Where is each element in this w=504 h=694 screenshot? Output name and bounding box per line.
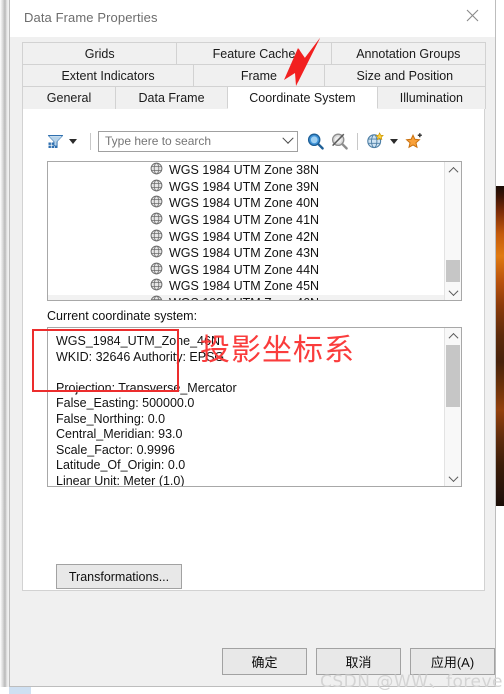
list-item-label: WGS 1984 UTM Zone 46N: [169, 296, 319, 300]
list-item[interactable]: WGS 1984 UTM Zone 41N: [48, 212, 444, 229]
current-cs-scrollbar-thumb[interactable]: [446, 345, 460, 407]
globe-icon: [150, 262, 163, 278]
tab-row-2: Extent Indicators Frame Size and Positio…: [22, 64, 486, 86]
close-icon[interactable]: [450, 0, 495, 31]
list-item[interactable]: WGS 1984 UTM Zone 44N: [48, 262, 444, 279]
coordinate-system-list[interactable]: WGS 1984 UTM Zone 38N WGS 1984 UTM Zone …: [47, 161, 462, 301]
search-input[interactable]: [99, 134, 279, 148]
data-frame-properties-dialog: Data Frame Properties Grids Feature Cach…: [9, 0, 496, 687]
magnifier-clear-icon[interactable]: [328, 130, 350, 152]
dialog-titlebar: Data Frame Properties: [10, 0, 495, 37]
toolbar-separator-1: [90, 132, 91, 150]
csdn-watermark: CSDN @WW、forever: [320, 672, 504, 692]
tab-strip: Grids Feature Cache Annotation Groups Ex…: [22, 42, 486, 109]
tab-coordinate-system[interactable]: Coordinate System: [227, 86, 378, 109]
ok-button[interactable]: 确定: [222, 648, 307, 675]
filter-funnel-icon[interactable]: [47, 133, 64, 150]
cs-list-scrollbar-thumb[interactable]: [446, 260, 460, 282]
list-item-label: WGS 1984 UTM Zone 44N: [169, 262, 320, 277]
list-item-label: WGS 1984 UTM Zone 38N: [169, 163, 320, 178]
tab-illumination[interactable]: Illumination: [376, 86, 486, 109]
current-cs-scrollbar[interactable]: [444, 328, 461, 486]
chevron-down-icon[interactable]: [445, 470, 461, 486]
list-item[interactable]: WGS 1984 UTM Zone 40N: [48, 195, 444, 212]
window-left-edge: [0, 0, 9, 694]
globe-icon: [150, 278, 163, 294]
dialog-title: Data Frame Properties: [24, 10, 158, 25]
coordinate-system-tab-page: WGS 1984 UTM Zone 38N WGS 1984 UTM Zone …: [22, 108, 485, 591]
search-input-wrapper[interactable]: [98, 130, 298, 152]
current-coordinate-system-box[interactable]: WGS_1984_UTM_Zone_46N WKID: 32646 Author…: [47, 327, 462, 487]
magnifier-icon[interactable]: [304, 130, 326, 152]
list-item[interactable]: WGS 1984 UTM Zone 45N: [48, 278, 444, 295]
list-item-label: WGS 1984 UTM Zone 43N: [169, 246, 320, 261]
list-item-label: WGS 1984 UTM Zone 39N: [169, 179, 320, 194]
screenshot-root: Data Frame Properties Grids Feature Cach…: [0, 0, 504, 694]
list-item[interactable]: WGS 1984 UTM Zone 42N: [48, 228, 444, 245]
transformations-button[interactable]: Transformations...: [56, 564, 182, 589]
chevron-up-icon[interactable]: [445, 162, 461, 178]
favorites-dropdown-chevron-down-icon[interactable]: [390, 138, 398, 144]
chevron-down-icon[interactable]: [445, 284, 461, 300]
globe-icon: [150, 295, 163, 300]
toolbar-separator-2: [357, 132, 358, 150]
tab-extent-indicators[interactable]: Extent Indicators: [22, 64, 195, 86]
globe-icon: [150, 162, 163, 178]
current-coordinate-system-label: Current coordinate system:: [47, 309, 198, 323]
tab-general[interactable]: General: [22, 86, 117, 109]
list-item[interactable]: WGS 1984 UTM Zone 43N: [48, 245, 444, 262]
current-coordinate-system-text: WGS_1984_UTM_Zone_46N WKID: 32646 Author…: [56, 334, 237, 486]
list-item[interactable]: WGS 1984 UTM Zone 38N: [48, 162, 444, 179]
cs-search-toolbar: [47, 129, 424, 153]
tab-frame[interactable]: Frame: [193, 64, 325, 86]
tab-data-frame[interactable]: Data Frame: [115, 86, 229, 109]
list-item-label: WGS 1984 UTM Zone 45N: [169, 279, 320, 294]
globe-icon: [150, 245, 163, 261]
chevron-up-icon[interactable]: [445, 328, 461, 344]
coordinate-system-list-items: WGS 1984 UTM Zone 38N WGS 1984 UTM Zone …: [48, 162, 444, 300]
tab-row-1: Grids Feature Cache Annotation Groups: [22, 42, 486, 64]
globe-favorite-icon[interactable]: [365, 131, 385, 151]
globe-icon: [150, 195, 163, 211]
tab-annotation-groups[interactable]: Annotation Groups: [330, 42, 486, 64]
globe-icon: [150, 212, 163, 228]
list-item-label: WGS 1984 UTM Zone 42N: [169, 229, 320, 244]
list-item[interactable]: WGS 1984 UTM Zone 39N: [48, 179, 444, 196]
cs-list-scrollbar[interactable]: [444, 162, 461, 300]
tab-feature-cache[interactable]: Feature Cache: [176, 42, 332, 64]
list-item-label: WGS 1984 UTM Zone 41N: [169, 213, 320, 228]
list-item-selected[interactable]: WGS 1984 UTM Zone 46N: [48, 294, 444, 300]
search-dropdown-chevron-down-icon[interactable]: [279, 132, 297, 151]
tab-size-and-position[interactable]: Size and Position: [323, 64, 486, 86]
globe-icon: [150, 229, 163, 245]
list-item-label: WGS 1984 UTM Zone 40N: [169, 196, 320, 211]
filter-dropdown-chevron-down-icon[interactable]: [69, 138, 77, 144]
tab-grids[interactable]: Grids: [22, 42, 178, 64]
star-add-icon[interactable]: [404, 131, 424, 151]
globe-icon: [150, 179, 163, 195]
tab-row-3: General Data Frame Coordinate System Ill…: [22, 86, 486, 109]
